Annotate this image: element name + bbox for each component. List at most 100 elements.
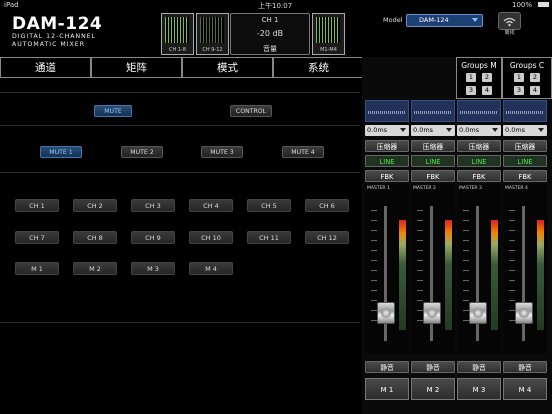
fbk-button[interactable]: FBK [503,170,547,182]
fader-knob[interactable] [377,302,395,324]
group-c-button[interactable]: 2 [530,73,540,82]
channel-button[interactable]: CH 4 [189,199,233,212]
group-m-button[interactable]: 3 [466,86,476,95]
fader-knob[interactable] [469,302,487,324]
display-param: 音量 [263,45,277,53]
channel-button[interactable]: CH 10 [189,231,233,244]
level-meter-icon [316,17,340,43]
master-strip-4: 0.0ms 压缩器 LINE FBK MASTER 4 静音 M 4 [503,100,547,400]
mute-mode-button[interactable]: MUTE [94,105,132,117]
master-select-button[interactable]: M 3 [457,378,501,400]
master-select-button[interactable]: M 4 [503,378,547,400]
fbk-button[interactable]: FBK [457,170,501,182]
master-strip-2: 0.0ms 压缩器 LINE FBK MASTER 2 静音 M 2 [411,100,455,400]
control-mode-button[interactable]: CONTROL [230,105,272,117]
tab-channel[interactable]: 通道 [0,57,91,78]
brand-title: DAM-124 [12,14,103,34]
group-m-button[interactable]: 2 [482,73,492,82]
compressor-button[interactable]: 压缩器 [503,140,547,152]
eq-display[interactable] [457,100,501,122]
master-strip-3: 0.0ms 压缩器 LINE FBK MASTER 3 静音 M 3 [457,100,501,400]
line-button[interactable]: LINE [411,155,455,167]
value-display: CH 1 -20 dB 音量 [230,13,310,55]
tab-matrix[interactable]: 矩阵 [91,57,182,78]
fader-knob[interactable] [515,302,533,324]
master-label: MASTER 4 [505,186,528,191]
master-select-button[interactable]: M 2 [411,378,455,400]
eq-display[interactable] [411,100,455,122]
channel-button[interactable]: CH 12 [305,231,349,244]
chevron-down-icon [538,128,544,132]
mute-group-4[interactable]: MUTE 4 [282,146,324,158]
model-label: Model [383,16,403,24]
groups-c-panel: Groups C 1 2 3 4 [502,57,552,99]
status-bar: iPad 上午10:07 100% [0,0,552,12]
channel-button[interactable]: CH 11 [247,231,291,244]
divider [0,322,360,323]
mute-group-1[interactable]: MUTE 1 [40,146,82,158]
model-value: DAM-124 [419,16,449,24]
meter-ch9-12[interactable]: CH 9-12 [196,13,229,55]
eq-display[interactable] [503,100,547,122]
line-button[interactable]: LINE [457,155,501,167]
eq-display[interactable] [365,100,409,122]
mute-button[interactable]: 静音 [503,361,547,373]
meter-ch1-8[interactable]: CH 1-8 [161,13,194,55]
channel-button[interactable]: CH 8 [73,231,117,244]
master-label: MASTER 2 [413,186,436,191]
line-button[interactable]: LINE [503,155,547,167]
mute-group-3[interactable]: MUTE 3 [201,146,243,158]
tab-system[interactable]: 系统 [273,57,364,78]
level-meter [491,220,498,330]
channel-button[interactable]: CH 1 [15,199,59,212]
group-c-button[interactable]: 4 [530,86,540,95]
master-button[interactable]: M 1 [15,262,59,275]
fader-area: MASTER 4 [503,184,547,354]
group-m-button[interactable]: 1 [466,73,476,82]
group-m-button[interactable]: 4 [482,86,492,95]
delay-select[interactable]: 0.0ms [503,125,547,136]
delay-select[interactable]: 0.0ms [457,125,501,136]
channel-button[interactable]: CH 5 [247,199,291,212]
fbk-button[interactable]: FBK [365,170,409,182]
level-meter-icon [200,17,224,43]
compressor-button[interactable]: 压缩器 [365,140,409,152]
delay-select[interactable]: 0.0ms [411,125,455,136]
channel-button[interactable]: CH 9 [131,231,175,244]
mute-group-2[interactable]: MUTE 2 [121,146,163,158]
group-c-button[interactable]: 3 [514,86,524,95]
master-label: MASTER 1 [367,186,390,191]
tab-mode[interactable]: 模式 [182,57,273,78]
mute-button[interactable]: 静音 [457,361,501,373]
wifi-button[interactable] [498,12,521,30]
mute-button[interactable]: 静音 [411,361,455,373]
channel-button[interactable]: CH 7 [15,231,59,244]
group-c-button[interactable]: 1 [514,73,524,82]
level-meter [537,220,544,330]
channel-button[interactable]: CH 6 [305,199,349,212]
brand-subtitle: DIGITAL 12-CHANNEL [12,33,97,40]
battery-icon [538,2,549,7]
compressor-button[interactable]: 压缩器 [457,140,501,152]
groups-m-panel: Groups M 1 2 3 4 [456,57,502,99]
chevron-down-icon [400,128,406,132]
channel-button[interactable]: CH 3 [131,199,175,212]
fbk-button[interactable]: FBK [411,170,455,182]
master-label: MASTER 3 [459,186,482,191]
compressor-button[interactable]: 压缩器 [411,140,455,152]
battery-percent: 100% [512,1,533,9]
master-button[interactable]: M 4 [189,262,233,275]
mute-button[interactable]: 静音 [365,361,409,373]
master-select-button[interactable]: M 1 [365,378,409,400]
meter-m1-m4[interactable]: M1-M4 [312,13,345,55]
line-button[interactable]: LINE [365,155,409,167]
master-button[interactable]: M 3 [131,262,175,275]
meter-label: CH 1-8 [168,47,186,53]
meter-label: M1-M4 [320,47,337,53]
delay-select[interactable]: 0.0ms [365,125,409,136]
model-select[interactable]: DAM-124 [406,14,483,27]
master-button[interactable]: M 2 [73,262,117,275]
divider [0,92,360,93]
fader-knob[interactable] [423,302,441,324]
channel-button[interactable]: CH 2 [73,199,117,212]
